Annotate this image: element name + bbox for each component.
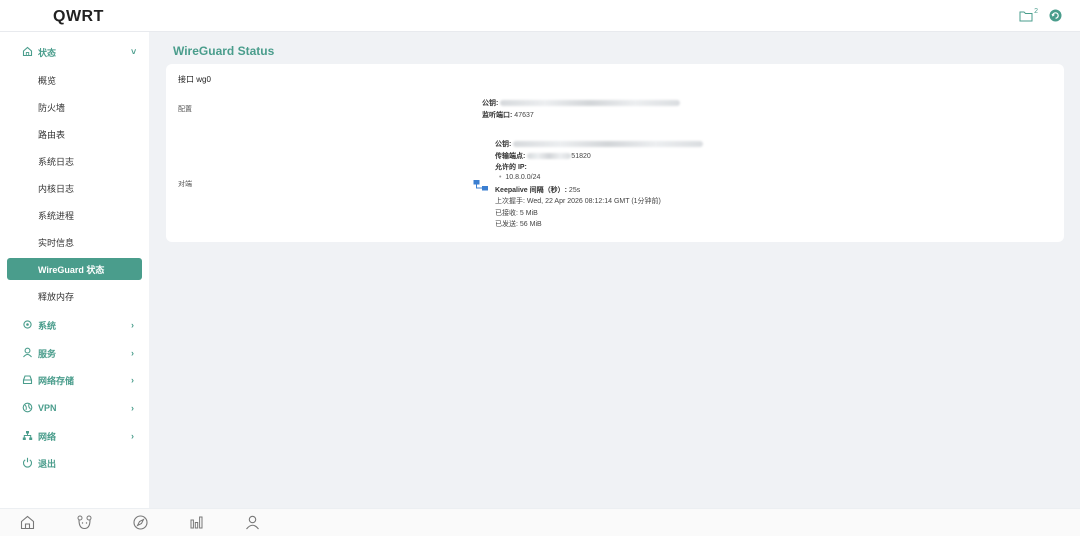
config-public-key: 公钥: <box>482 98 681 108</box>
bear-icon[interactable] <box>76 514 93 531</box>
config-label: 配置 <box>178 106 192 113</box>
sidebar-item-routes[interactable]: 路由表 <box>0 123 149 145</box>
allowed-ip-value: 10.8.0.0/24 <box>505 174 541 181</box>
listen-port-label: 监听端口: <box>482 112 513 119</box>
sidebar: 状态 ˅ 概览 防火墙 路由表 系统日志 内核日志 系统进程 实时信息 Wire… <box>0 32 149 508</box>
peer-endpoint: 传输端点: 51820 <box>495 151 591 161</box>
received-label: 已接收: <box>495 210 518 217</box>
sidebar-item-firewall[interactable]: 防火墙 <box>0 96 149 118</box>
chevron-right-icon: › <box>131 431 134 441</box>
home-icon <box>22 46 33 57</box>
chevron-down-icon: ˅ <box>131 47 137 57</box>
header-actions: 2 <box>1019 8 1062 22</box>
public-key-label: 公钥: <box>482 100 499 107</box>
storage-icon <box>22 375 33 385</box>
folder-icon[interactable] <box>1019 10 1033 22</box>
sidebar-group-label: 网络存储 <box>38 375 75 386</box>
keepalive-label: Keepalive 间隔（秒）: <box>495 187 567 194</box>
network-icon <box>22 431 33 440</box>
allowed-ip-item: • 10.8.0.0/24 <box>499 174 541 181</box>
peer-keepalive: Keepalive 间隔（秒）: 25s <box>495 185 580 195</box>
notice-count-badge: 2 <box>1034 8 1038 15</box>
sidebar-group-services[interactable]: 服务 › <box>0 342 149 364</box>
peer-allowed-ips-label: 允许的 IP: <box>495 162 527 172</box>
wireguard-status-card: 接口 wg0 配置 公钥: 监听端口: 47637 对端 公钥: 传输端点: 5… <box>166 64 1064 242</box>
sidebar-item-free-memory[interactable]: 释放内存 <box>0 285 149 307</box>
sidebar-item-overview[interactable]: 概览 <box>0 69 149 91</box>
sent-value: 56 MiB <box>519 221 542 228</box>
user-icon <box>23 347 32 358</box>
home-icon[interactable] <box>19 514 36 531</box>
sidebar-item-label: 防火墙 <box>38 102 66 113</box>
sidebar-item-realtime[interactable]: 实时信息 <box>0 231 149 253</box>
sidebar-item-label: 系统日志 <box>38 156 75 167</box>
compass-icon[interactable] <box>132 514 149 531</box>
network-peer-icon <box>473 180 488 191</box>
listen-port-value: 47637 <box>514 112 534 119</box>
sidebar-item-label: 系统进程 <box>38 210 75 221</box>
sidebar-group-label: 状态 <box>38 47 57 58</box>
sidebar-item-wireguard[interactable]: WireGuard 状态 <box>7 258 142 280</box>
keepalive-value: 25s <box>568 187 581 194</box>
globe-icon <box>22 402 33 413</box>
power-icon <box>23 457 32 468</box>
peer-public-key: 公钥: <box>495 139 704 149</box>
sidebar-group-label: 退出 <box>38 458 57 469</box>
sidebar-group-network[interactable]: 网络 › <box>0 425 149 447</box>
received-value: 5 MiB <box>519 210 538 217</box>
chevron-right-icon: › <box>131 403 134 413</box>
chevron-right-icon: › <box>131 320 134 330</box>
sidebar-group-label: 服务 <box>38 348 57 359</box>
sidebar-group-status[interactable]: 状态 ˅ <box>0 41 149 63</box>
user-icon[interactable] <box>244 514 261 531</box>
sidebar-item-label: 内核日志 <box>38 183 75 194</box>
bottom-navbar <box>0 508 1080 536</box>
config-listen-port: 监听端口: 47637 <box>482 110 534 120</box>
redacted-value <box>527 153 572 160</box>
redacted-value <box>513 141 704 148</box>
sidebar-group-vpn[interactable]: VPN › <box>0 397 149 419</box>
top-header: QWRT 2 <box>0 0 1080 32</box>
peer-received: 已接收: 5 MiB <box>495 208 538 218</box>
endpoint-label: 传输端点: <box>495 153 526 160</box>
sidebar-group-storage[interactable]: 网络存储 › <box>0 369 149 391</box>
app-logo[interactable]: QWRT <box>53 8 104 26</box>
sidebar-group-label: VPN <box>38 403 57 413</box>
settings-icon <box>23 320 32 329</box>
sidebar-item-label: 实时信息 <box>38 237 75 248</box>
sidebar-group-label: 网络 <box>38 431 57 442</box>
chevron-right-icon: › <box>131 375 134 385</box>
redacted-value <box>500 100 681 107</box>
sidebar-group-system[interactable]: 系统 › <box>0 314 149 336</box>
sidebar-item-label: WireGuard 状态 <box>38 264 105 275</box>
handshake-label: 上次握手: <box>495 198 525 205</box>
public-key-label: 公钥: <box>495 141 512 148</box>
sent-label: 已发送: <box>495 221 518 228</box>
sidebar-logout[interactable]: 退出 <box>0 452 149 474</box>
allowed-ips-label: 允许的 IP: <box>495 164 527 171</box>
sidebar-item-processes[interactable]: 系统进程 <box>0 204 149 226</box>
peer-handshake: 上次握手: Wed, 22 Apr 2026 08:12:14 GMT (1分钟… <box>495 196 661 206</box>
sidebar-item-label: 路由表 <box>38 129 66 140</box>
interface-heading: 接口 wg0 <box>178 75 211 84</box>
sidebar-item-kernel-log[interactable]: 内核日志 <box>0 177 149 199</box>
page-title: WireGuard Status <box>173 44 275 58</box>
chevron-right-icon: › <box>131 348 134 358</box>
handshake-value: Wed, 22 Apr 2026 08:12:14 GMT (1分钟前) <box>526 198 661 205</box>
endpoint-port: 51820 <box>571 153 591 160</box>
sidebar-item-label: 概览 <box>38 75 57 86</box>
refresh-icon[interactable] <box>1049 9 1062 22</box>
sidebar-item-syslog[interactable]: 系统日志 <box>0 150 149 172</box>
sidebar-group-label: 系统 <box>38 320 57 331</box>
peer-label: 对端 <box>178 181 192 188</box>
peer-sent: 已发送: 56 MiB <box>495 219 542 229</box>
sidebar-item-label: 释放内存 <box>38 291 75 302</box>
chart-icon[interactable] <box>188 514 205 531</box>
